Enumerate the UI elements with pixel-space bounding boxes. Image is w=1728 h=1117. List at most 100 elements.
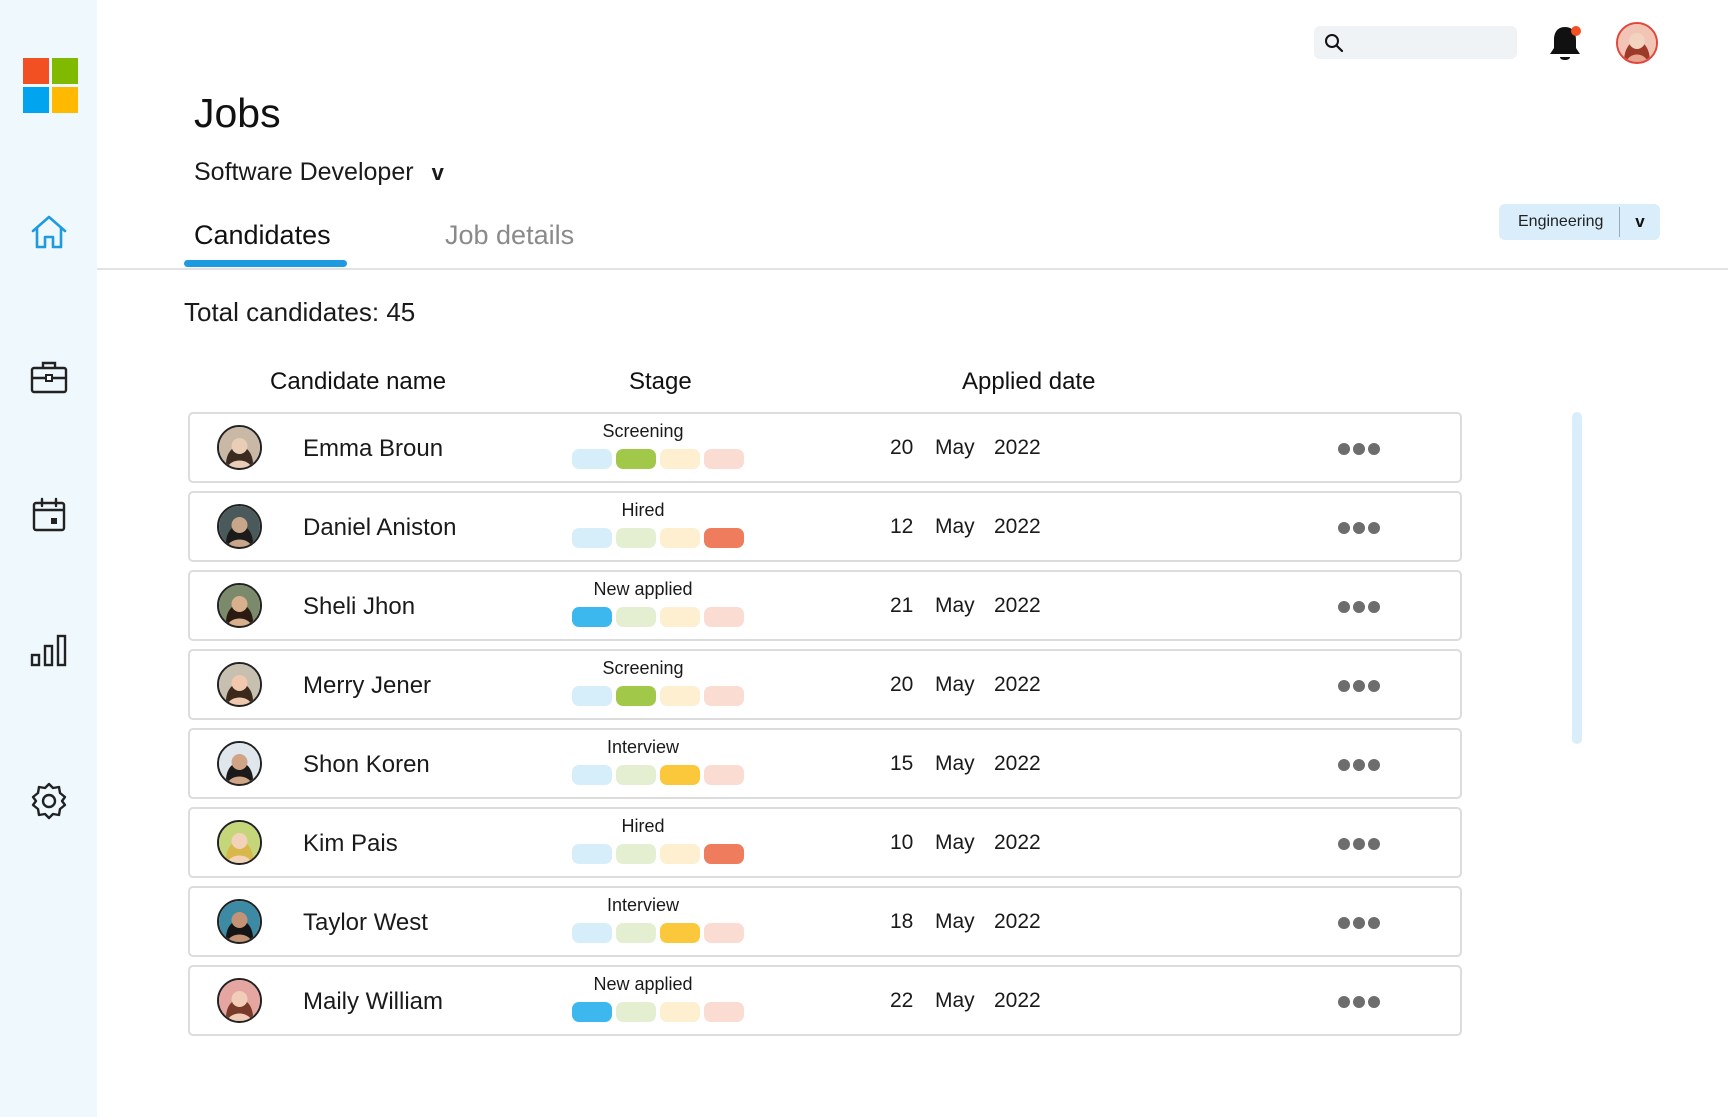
department-label: Engineering xyxy=(1518,213,1604,230)
applied-day: 12 xyxy=(890,515,914,538)
stage-pill xyxy=(616,528,656,548)
bar-chart-icon xyxy=(30,634,67,667)
stage-pill xyxy=(704,528,744,548)
stage-pill xyxy=(572,607,612,627)
applied-month: May xyxy=(935,989,975,1012)
more-options-icon[interactable] xyxy=(1338,996,1383,1010)
stage-pill xyxy=(572,686,612,706)
applied-day: 21 xyxy=(890,594,914,617)
stage-pill xyxy=(704,607,744,627)
avatar xyxy=(217,662,262,707)
stage-pill xyxy=(616,686,656,706)
more-options-icon[interactable] xyxy=(1338,522,1383,536)
stage-pill xyxy=(704,765,744,785)
stage-label: Interview xyxy=(606,737,680,757)
stage-pill xyxy=(704,449,744,469)
avatar xyxy=(217,820,262,865)
stage-pill xyxy=(616,1002,656,1022)
more-options-icon[interactable] xyxy=(1338,917,1383,931)
page-title: Jobs xyxy=(194,90,281,136)
avatar xyxy=(217,978,262,1023)
active-tab-indicator xyxy=(184,260,347,267)
job-selector-label: Software Developer xyxy=(194,158,414,186)
user-avatar[interactable] xyxy=(1616,22,1658,64)
stage-progress xyxy=(572,449,744,469)
sidebar-item-jobs[interactable] xyxy=(28,356,70,398)
candidate-name: Merry Jener xyxy=(303,672,432,699)
applied-month: May xyxy=(935,831,975,854)
candidate-name: Daniel Aniston xyxy=(303,514,457,541)
stage-pill xyxy=(660,765,700,785)
applied-day: 15 xyxy=(890,752,914,775)
stage-pill xyxy=(616,607,656,627)
scrollbar[interactable] xyxy=(1572,412,1582,744)
sidebar-item-home[interactable] xyxy=(28,211,70,253)
stage-progress xyxy=(572,923,744,943)
applied-year: 2022 xyxy=(994,831,1041,854)
stage-progress xyxy=(572,607,744,627)
table-row[interactable]: Kim Pais Hired 10 May 2022 xyxy=(188,807,1462,878)
applied-month: May xyxy=(935,673,975,696)
applied-year: 2022 xyxy=(994,752,1041,775)
table-row[interactable]: Merry Jener Screening 20 May 2022 xyxy=(188,649,1462,720)
stage-progress xyxy=(572,765,744,785)
applied-month: May xyxy=(935,515,975,538)
table-row[interactable]: Sheli Jhon New applied 21 May 2022 xyxy=(188,570,1462,641)
applied-day: 22 xyxy=(890,989,914,1012)
sidebar-item-reports[interactable] xyxy=(28,629,70,671)
column-header-name: Candidate name xyxy=(270,368,447,395)
applied-year: 2022 xyxy=(994,910,1041,933)
search-input[interactable] xyxy=(1352,34,1512,51)
tab-candidates[interactable]: Candidates xyxy=(194,220,331,251)
chevron-down-icon: v xyxy=(1635,212,1645,231)
tab-job-details[interactable]: Job details xyxy=(445,220,574,251)
sidebar-item-calendar[interactable] xyxy=(28,494,70,536)
table-row[interactable]: Shon Koren Interview 15 May 2022 xyxy=(188,728,1462,799)
home-icon xyxy=(31,215,67,249)
more-options-icon[interactable] xyxy=(1338,838,1383,852)
candidate-name: Emma Broun xyxy=(303,435,444,462)
notification-badge xyxy=(1571,26,1581,36)
stage-pill xyxy=(660,607,700,627)
stage-pill xyxy=(572,1002,612,1022)
table-row[interactable]: Maily William New applied 22 May 2022 xyxy=(188,965,1462,1036)
more-options-icon[interactable] xyxy=(1338,443,1383,457)
settings-icon xyxy=(31,782,67,820)
table-row[interactable]: Daniel Aniston Hired 12 May 2022 xyxy=(188,491,1462,562)
stage-progress xyxy=(572,1002,744,1022)
stage-pill xyxy=(660,923,700,943)
applied-day: 20 xyxy=(890,436,914,459)
sidebar xyxy=(0,0,97,1117)
stage-pill xyxy=(704,923,744,943)
applied-year: 2022 xyxy=(994,989,1041,1012)
applied-month: May xyxy=(935,594,975,617)
avatar xyxy=(217,583,262,628)
more-options-icon[interactable] xyxy=(1338,680,1383,694)
more-options-icon[interactable] xyxy=(1338,601,1383,615)
job-selector[interactable]: Software Developer v xyxy=(194,158,444,187)
table-row[interactable]: Taylor West Interview 18 May 2022 xyxy=(188,886,1462,957)
column-header-stage: Stage xyxy=(629,368,692,395)
stage-label: Hired xyxy=(621,816,665,836)
department-dropdown[interactable]: Engineering v xyxy=(1499,204,1660,240)
stage-label: New applied xyxy=(593,579,693,599)
avatar xyxy=(217,741,262,786)
header-divider xyxy=(97,268,1728,270)
applied-day: 18 xyxy=(890,910,914,933)
search-icon xyxy=(1325,33,1344,52)
search-box[interactable] xyxy=(1314,26,1517,59)
applied-year: 2022 xyxy=(994,594,1041,617)
applied-month: May xyxy=(935,910,975,933)
stage-pill xyxy=(660,449,700,469)
applied-year: 2022 xyxy=(994,436,1041,459)
microsoft-logo xyxy=(23,58,79,114)
more-options-icon[interactable] xyxy=(1338,759,1383,773)
stage-pill xyxy=(616,923,656,943)
briefcase-icon xyxy=(30,361,68,394)
stage-label: Screening xyxy=(602,658,684,678)
sidebar-item-settings[interactable] xyxy=(28,780,70,822)
table-row[interactable]: Emma Broun Screening 20 May 2022 xyxy=(188,412,1462,483)
stage-pill xyxy=(572,765,612,785)
stage-pill xyxy=(704,844,744,864)
avatar xyxy=(217,899,262,944)
